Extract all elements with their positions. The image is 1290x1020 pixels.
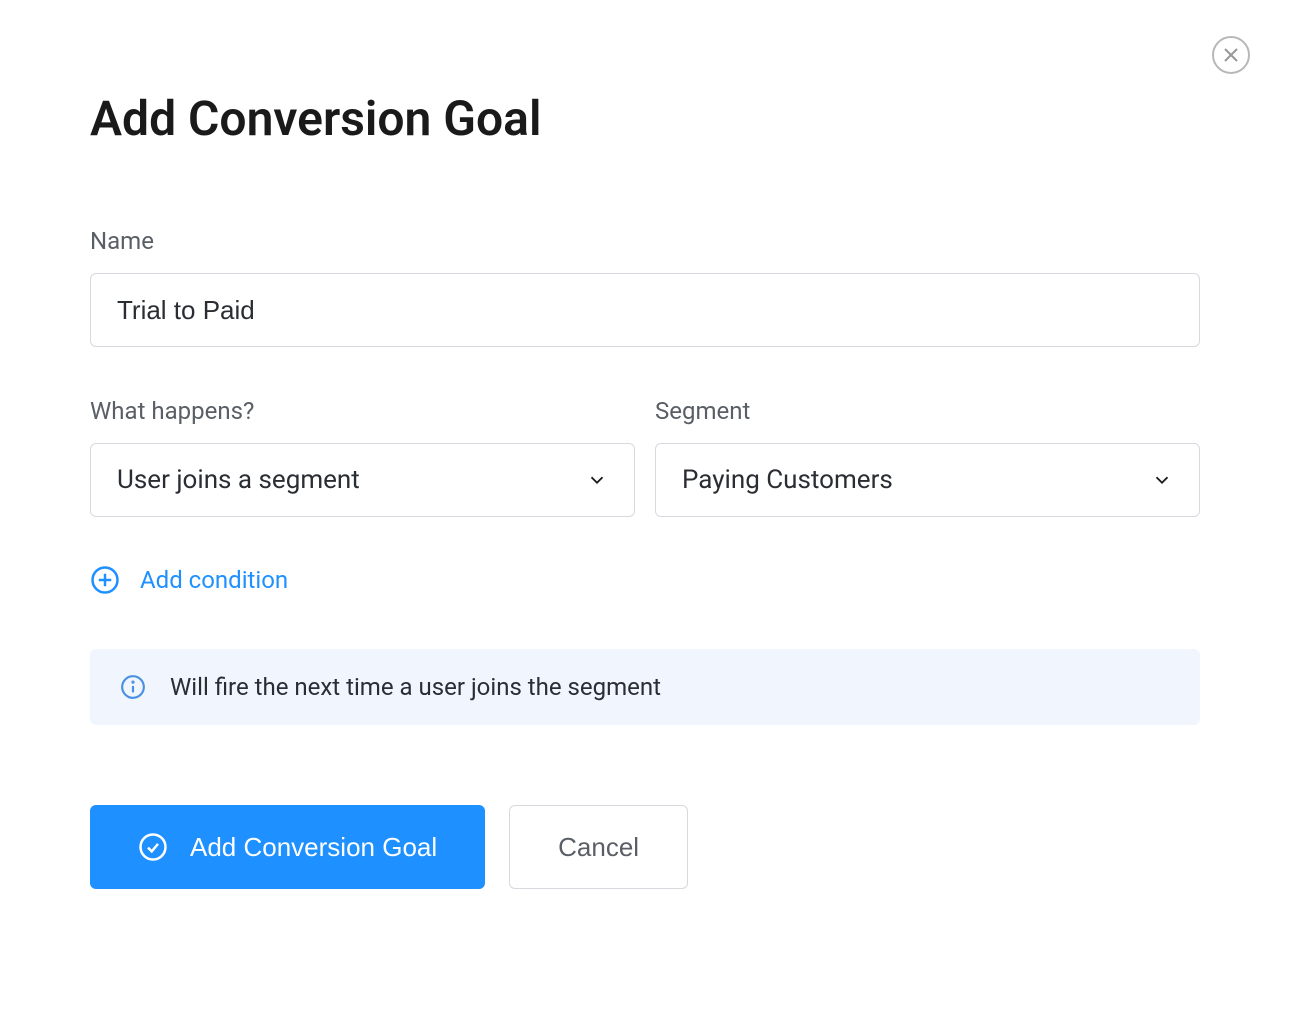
- info-icon: [120, 674, 146, 700]
- what-happens-select[interactable]: User joins a segment: [90, 443, 635, 517]
- close-button[interactable]: [1212, 36, 1250, 74]
- chevron-down-icon: [1151, 469, 1173, 491]
- cancel-button[interactable]: Cancel: [509, 805, 688, 889]
- add-condition-button[interactable]: Add condition: [90, 565, 288, 595]
- segment-value: Paying Customers: [682, 465, 1151, 495]
- what-happens-value: User joins a segment: [117, 465, 586, 495]
- submit-label: Add Conversion Goal: [190, 832, 437, 863]
- segment-label: Segment: [655, 397, 1200, 425]
- what-happens-field-group: What happens? User joins a segment: [90, 397, 635, 517]
- button-row: Add Conversion Goal Cancel: [90, 805, 1200, 889]
- check-circle-icon: [138, 832, 168, 862]
- what-happens-label: What happens?: [90, 397, 635, 425]
- submit-button[interactable]: Add Conversion Goal: [90, 805, 485, 889]
- name-label: Name: [90, 227, 1200, 255]
- name-field-group: Name: [90, 227, 1200, 347]
- add-conversion-goal-modal: Add Conversion Goal Name What happens? U…: [0, 0, 1290, 929]
- segment-field-group: Segment Paying Customers: [655, 397, 1200, 517]
- close-icon: [1224, 48, 1238, 62]
- segment-select[interactable]: Paying Customers: [655, 443, 1200, 517]
- chevron-down-icon: [586, 469, 608, 491]
- plus-circle-icon: [90, 565, 120, 595]
- info-text: Will fire the next time a user joins the…: [170, 673, 661, 701]
- info-banner: Will fire the next time a user joins the…: [90, 649, 1200, 725]
- add-condition-label: Add condition: [140, 566, 288, 594]
- name-input[interactable]: [90, 273, 1200, 347]
- modal-title: Add Conversion Goal: [90, 90, 1200, 147]
